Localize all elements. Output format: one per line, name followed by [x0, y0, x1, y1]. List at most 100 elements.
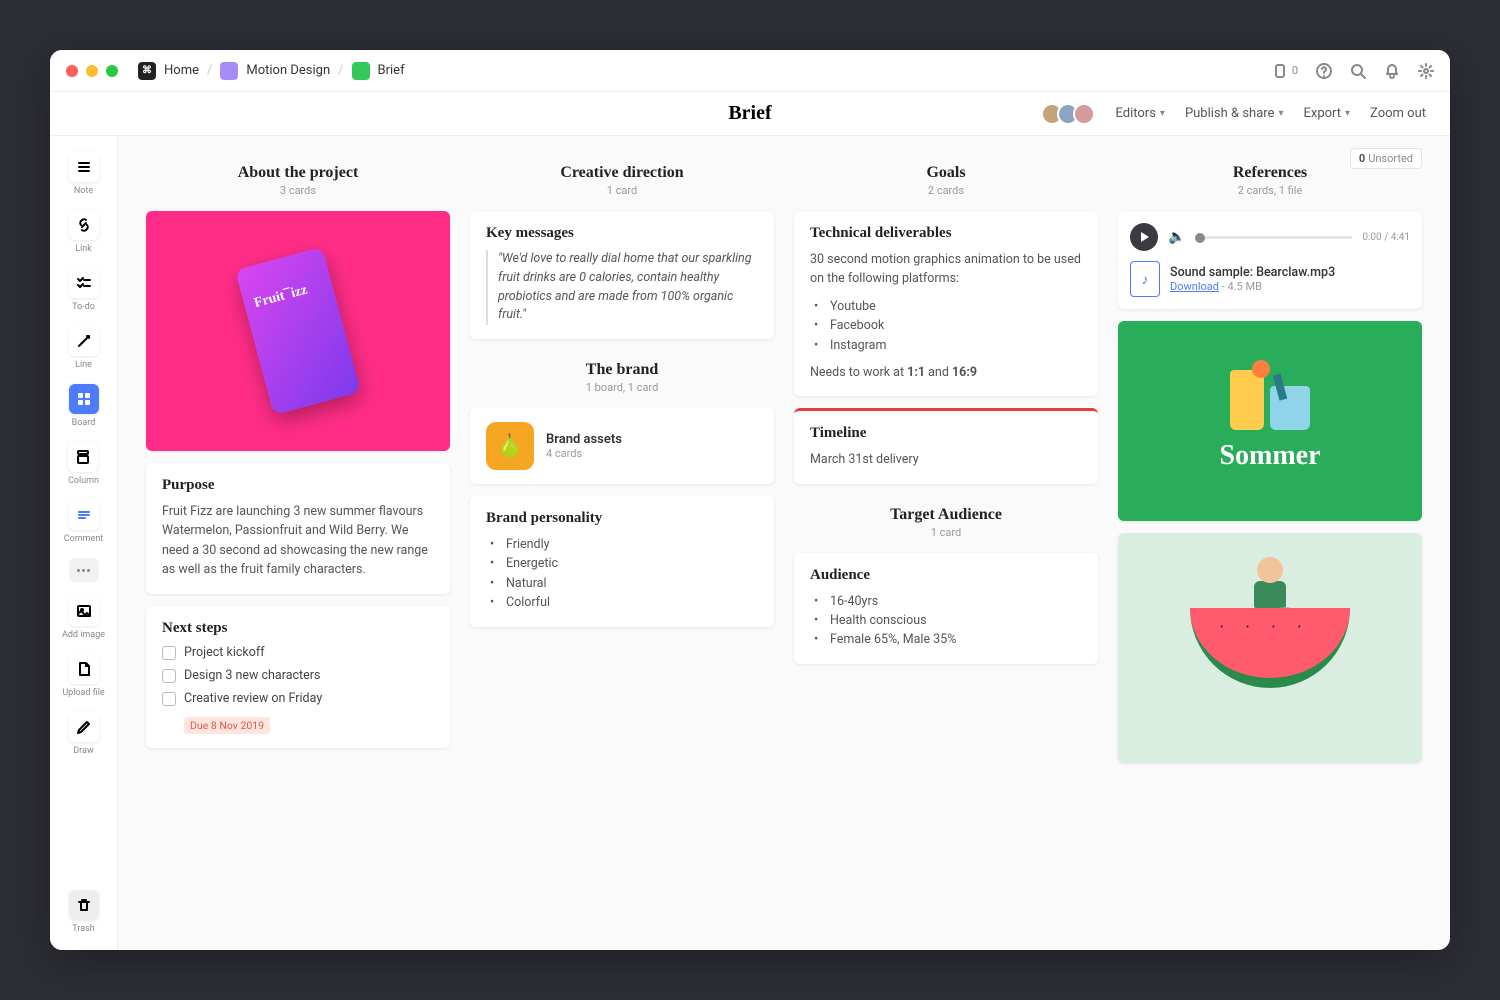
board-header: Brief Editors ▾ Publish & share ▾ Export…	[50, 92, 1450, 136]
column-subtitle: 1 card	[470, 184, 774, 197]
editors-label: Editors	[1115, 106, 1155, 121]
todo-item[interactable]: Creative review on Friday	[162, 691, 434, 706]
download-link[interactable]: Download	[1170, 280, 1219, 293]
board-canvas[interactable]: 0Unsorted About the project 3 cards Purp…	[118, 136, 1450, 950]
zoom-out-button[interactable]: Zoom out	[1370, 106, 1426, 121]
tool-draw[interactable]: Draw	[65, 708, 103, 760]
column-subtitle: 1 board, 1 card	[470, 381, 774, 394]
column-header[interactable]: Goals 2 cards	[794, 160, 1098, 199]
card-next-steps[interactable]: Next steps Project kickoff Design 3 new …	[146, 606, 450, 748]
card-purpose[interactable]: Purpose Fruit Fizz are launching 3 new s…	[146, 463, 450, 594]
avatar	[1073, 103, 1095, 125]
home-icon[interactable]: ⌘	[138, 62, 156, 80]
bell-icon	[1384, 63, 1400, 79]
header-actions: Editors ▾ Publish & share ▾ Export ▾ Zoo…	[1047, 103, 1426, 125]
breadcrumb-home[interactable]: Home	[164, 63, 199, 78]
column-header[interactable]: Creative direction 1 card	[470, 160, 774, 199]
sommer-image: Sommer	[1118, 321, 1422, 521]
project-icon	[220, 62, 238, 80]
minimize-window-icon[interactable]	[86, 65, 98, 77]
watermelon-image	[1118, 533, 1422, 763]
todo-label: Design 3 new characters	[184, 668, 320, 683]
editors-dropdown[interactable]: Editors ▾	[1115, 106, 1164, 121]
list-item: Health conscious	[810, 611, 1082, 630]
card-footer: Needs to work at 1:1 and 16:9	[810, 363, 1082, 382]
juice-glass-icon	[1230, 370, 1264, 430]
chevron-down-icon: ▾	[1160, 108, 1165, 119]
card-product-image[interactable]	[146, 211, 450, 451]
card-heading: Purpose	[162, 477, 434, 494]
tool-link[interactable]: Link	[65, 206, 103, 258]
tool-todo[interactable]: To-do	[65, 264, 103, 316]
tool-note[interactable]: Note	[65, 148, 103, 200]
card-key-messages[interactable]: Key messages "We'd love to really dial h…	[470, 211, 774, 339]
inbox-count: 0	[1292, 64, 1298, 77]
cocktail-glass-icon	[1270, 386, 1310, 430]
note-icon	[69, 152, 99, 182]
column-about: About the project 3 cards Purpose Fruit …	[146, 160, 450, 748]
list-item: Female 65%, Male 35%	[810, 630, 1082, 649]
settings-button[interactable]	[1418, 63, 1434, 79]
card-reference-image[interactable]	[1118, 533, 1422, 763]
separator-icon: /	[338, 63, 343, 78]
more-tools-button[interactable]	[69, 558, 99, 582]
column-icon	[68, 442, 98, 472]
tool-column[interactable]: Column	[64, 438, 103, 490]
column-subtitle: 3 cards	[146, 184, 450, 197]
checkbox-icon[interactable]	[162, 646, 176, 660]
watermelon-illustration	[1190, 608, 1350, 688]
card-technical-deliverables[interactable]: Technical deliverables 30 second motion …	[794, 211, 1098, 396]
tool-line[interactable]: Line	[65, 322, 103, 374]
play-button[interactable]	[1130, 223, 1158, 251]
column-title: About the project	[146, 164, 450, 182]
help-button[interactable]	[1316, 63, 1332, 79]
tool-trash[interactable]: Trash	[65, 886, 103, 938]
collaborator-avatars[interactable]	[1047, 103, 1095, 125]
breadcrumb-board[interactable]: Brief	[378, 63, 405, 78]
checkbox-icon[interactable]	[162, 692, 176, 706]
checkbox-icon[interactable]	[162, 669, 176, 683]
maximize-window-icon[interactable]	[106, 65, 118, 77]
subcolumn-header[interactable]: Target Audience 1 card	[794, 502, 1098, 541]
subcolumn-header[interactable]: The brand 1 board, 1 card	[470, 357, 774, 396]
search-button[interactable]	[1350, 63, 1366, 79]
publish-dropdown[interactable]: Publish & share ▾	[1185, 106, 1284, 121]
card-timeline[interactable]: Timeline March 31st delivery	[794, 408, 1098, 483]
tool-board[interactable]: Board	[65, 380, 103, 432]
trash-icon	[69, 890, 99, 920]
notifications-button[interactable]	[1384, 63, 1400, 79]
page-title: Brief	[728, 102, 771, 125]
column-title: Target Audience	[794, 506, 1098, 524]
tool-comment[interactable]: Comment	[60, 496, 107, 548]
column-title: Creative direction	[470, 164, 774, 182]
card-audience[interactable]: Audience 16-40yrs Health conscious Femal…	[794, 553, 1098, 664]
todo-item[interactable]: Project kickoff	[162, 645, 434, 660]
close-window-icon[interactable]	[66, 65, 78, 77]
card-heading: Timeline	[810, 425, 1082, 442]
inbox-button[interactable]: 0	[1272, 63, 1298, 79]
gear-icon	[1418, 63, 1434, 79]
list-item: Energetic	[486, 554, 758, 573]
card-reference-image[interactable]: Sommer	[1118, 321, 1422, 521]
line-icon	[69, 326, 99, 356]
tool-add-image[interactable]: Add image	[58, 592, 109, 644]
list-item: 16-40yrs	[810, 592, 1082, 611]
unsorted-badge[interactable]: 0Unsorted	[1350, 148, 1422, 169]
breadcrumb-project[interactable]: Motion Design	[246, 63, 330, 78]
todo-item[interactable]: Design 3 new characters	[162, 668, 434, 683]
main: Note Link To-do Line Board Column	[50, 136, 1450, 950]
export-dropdown[interactable]: Export ▾	[1303, 106, 1350, 121]
brand-assets-count: 4 cards	[546, 447, 622, 460]
card-brand-personality[interactable]: Brand personality Friendly Energetic Nat…	[470, 496, 774, 627]
volume-icon[interactable]: 🔈	[1168, 229, 1185, 245]
column-header[interactable]: About the project 3 cards	[146, 160, 450, 199]
card-audio-file[interactable]: 🔈 0:00 / 4:41 ♪ Sound sample: Bearclaw.m…	[1118, 211, 1422, 309]
sommer-text: Sommer	[1219, 440, 1320, 472]
tool-upload-file[interactable]: Upload file	[58, 650, 108, 702]
card-brand-assets[interactable]: 🍐 Brand assets 4 cards	[470, 408, 774, 484]
audio-progress[interactable]	[1195, 236, 1352, 239]
card-heading: Next steps	[162, 620, 434, 637]
column-references: References 2 cards, 1 file 🔈 0:00 / 4:41…	[1118, 160, 1422, 763]
unsorted-count: 0	[1359, 152, 1365, 165]
breadcrumb: ⌘ Home / Motion Design / Brief	[138, 62, 405, 80]
